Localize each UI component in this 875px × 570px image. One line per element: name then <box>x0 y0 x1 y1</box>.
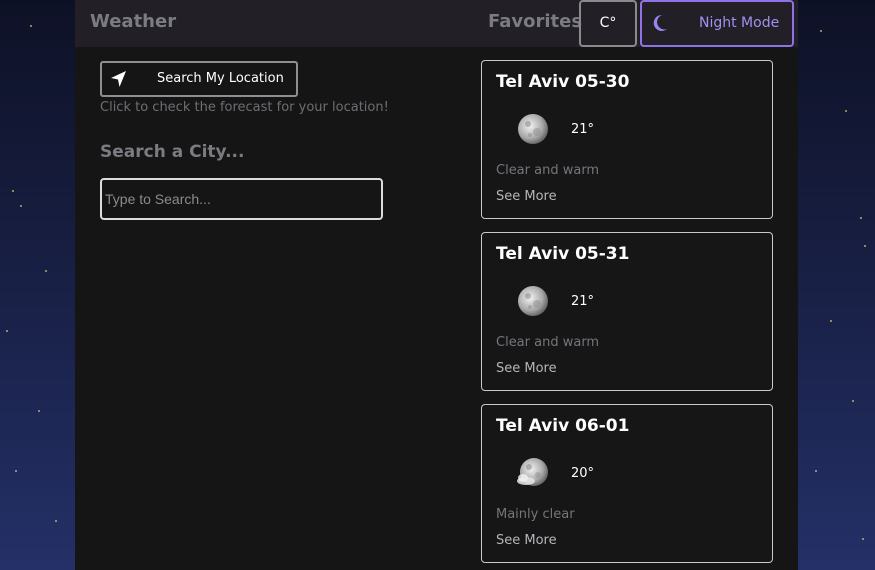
search-my-location-button[interactable]: Search My Location <box>100 61 298 97</box>
forecast-description: Mainly clear <box>496 507 575 522</box>
see-more-link[interactable]: See More <box>496 533 557 548</box>
star <box>852 400 854 402</box>
star <box>38 410 40 412</box>
star <box>862 538 864 540</box>
favorites-link[interactable]: Favorites <box>488 11 582 32</box>
forecast-card-title: Tel Aviv 06-01 <box>496 416 630 436</box>
location-hint: Click to check the forecast for your loc… <box>100 100 389 115</box>
forecast-temperature: 21° <box>571 122 595 137</box>
star <box>45 270 47 272</box>
see-more-link[interactable]: See More <box>496 189 557 204</box>
forecast-card-title: Tel Aviv 05-30 <box>496 72 630 92</box>
star <box>860 217 862 219</box>
star <box>820 30 822 32</box>
forecast-card-title: Tel Aviv 05-31 <box>496 244 630 264</box>
forecast-description: Clear and warm <box>496 335 600 350</box>
search-city-title: Search a City... <box>100 142 245 162</box>
star <box>864 245 866 247</box>
star <box>6 330 8 332</box>
forecast-card: Tel Aviv 05-30 21° Clear and warm See Mo… <box>481 60 773 219</box>
see-more-link[interactable]: See More <box>496 361 557 376</box>
star <box>12 190 14 192</box>
star <box>815 470 817 472</box>
moon-partly-cloudy-icon <box>517 458 548 486</box>
star <box>20 205 22 207</box>
forecast-description: Clear and warm <box>496 163 600 178</box>
search-my-location-label: Search My Location <box>157 71 284 86</box>
moon-clear-icon <box>518 286 548 316</box>
city-search-input[interactable] <box>100 178 383 220</box>
star <box>55 520 57 522</box>
top-navbar: Weather Favorites C° Night Mode <box>75 0 798 47</box>
moon-icon <box>653 14 667 31</box>
forecast-temperature: 21° <box>571 294 595 309</box>
forecast-temperature: 20° <box>571 466 595 481</box>
star <box>15 470 17 472</box>
star <box>845 110 847 112</box>
temperature-unit-button[interactable]: C° <box>579 0 637 47</box>
forecast-card: Tel Aviv 06-01 20° Mainly clear See More <box>481 404 773 563</box>
app-brand[interactable]: Weather <box>90 11 176 32</box>
forecast-card: Tel Aviv 05-31 21° Clear and warm See Mo… <box>481 232 773 391</box>
moon-clear-icon <box>518 114 548 144</box>
star <box>830 320 832 322</box>
star <box>30 25 32 27</box>
app-panel: Weather Favorites C° Night Mode Search M… <box>75 0 798 570</box>
location-arrow-icon <box>111 71 126 87</box>
night-mode-label: Night Mode <box>699 15 780 31</box>
night-mode-button[interactable]: Night Mode <box>640 0 794 47</box>
